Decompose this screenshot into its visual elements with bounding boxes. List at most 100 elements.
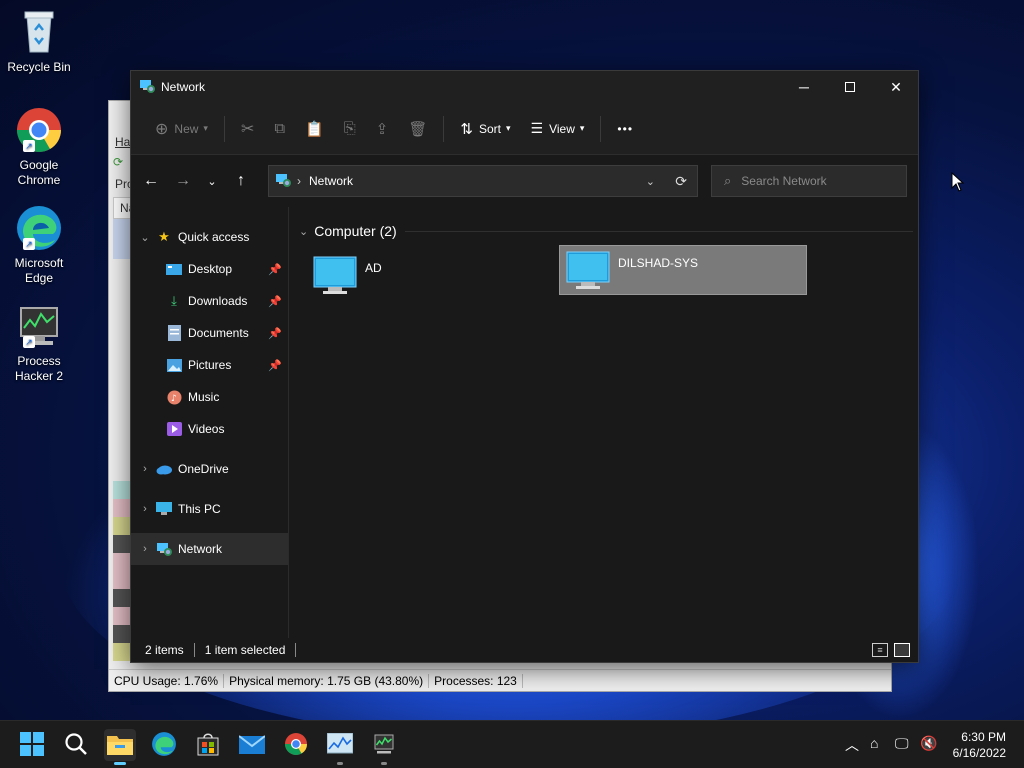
sort-button[interactable]: ⇅ Sort ▾ <box>450 113 520 145</box>
edge-icon <box>151 731 177 760</box>
nav-item-documents[interactable]: Documents 📌 <box>131 317 288 349</box>
search-input[interactable] <box>741 174 892 188</box>
usb-device-icon[interactable]: ⌂ <box>870 735 878 751</box>
nav-item-videos[interactable]: Videos <box>131 413 288 445</box>
search-button[interactable] <box>60 729 92 761</box>
taskbar-mail[interactable] <box>236 729 268 761</box>
network-status-icon[interactable]: 🖵 <box>895 735 909 752</box>
breadcrumb-network[interactable]: Network <box>309 174 353 188</box>
share-button[interactable]: ⇪ <box>366 113 399 145</box>
address-bar[interactable]: › Network ⌄ ⟳ <box>268 165 698 197</box>
share-icon: ⇪ <box>375 120 389 138</box>
ph-menu-fragment[interactable]: Ha <box>115 135 130 149</box>
nav-quick-access[interactable]: ⌄ ★ Quick access <box>131 221 288 253</box>
rename-button[interactable]: ⎘ <box>334 113 366 145</box>
taskbar-process-hacker[interactable] <box>368 729 400 765</box>
nav-network[interactable]: › Network <box>131 533 288 565</box>
desktop-icon-chrome[interactable]: ↗ Google Chrome <box>4 106 74 188</box>
start-button[interactable] <box>16 729 48 761</box>
close-button[interactable]: ✕ <box>873 71 919 103</box>
paste-icon: 📋 <box>305 120 324 138</box>
minimize-button[interactable]: ─ <box>781 71 827 103</box>
ph-status-bar: CPU Usage: 1.76% Physical memory: 1.75 G… <box>109 669 891 691</box>
details-view-icon[interactable]: ≡ <box>872 643 888 657</box>
chevron-right-icon[interactable]: › <box>134 463 156 475</box>
taskbar-edge[interactable] <box>148 729 180 761</box>
taskbar-file-explorer[interactable] <box>104 729 136 765</box>
command-bar: ⊕ New ▾ ✂ ⧉ 📋 ⎘ ⇪ 🗑 ⇅ Sort ▾ ☰ View ▾ ••… <box>131 103 918 155</box>
edge-icon: ↗ <box>15 204 63 252</box>
computer-name: AD <box>365 261 382 275</box>
up-button[interactable]: ↑ <box>225 165 257 197</box>
pin-icon[interactable]: 📌 <box>268 295 282 308</box>
view-button[interactable]: ☰ View ▾ <box>521 113 595 145</box>
back-button[interactable]: ← <box>135 165 167 197</box>
nav-item-music[interactable]: ♪ Music <box>131 381 288 413</box>
taskbar-store[interactable] <box>192 729 224 761</box>
selection-count: 1 item selected <box>204 643 286 657</box>
clock-date: 6/16/2022 <box>952 746 1006 760</box>
new-button[interactable]: ⊕ New ▾ <box>145 113 218 145</box>
taskbar: ︿ ⌂ 🖵 🔇 6:30 PM 6/16/2022 <box>0 720 1024 768</box>
network-icon <box>275 172 291 191</box>
forward-button[interactable]: → <box>167 165 199 197</box>
nav-item-pictures[interactable]: Pictures 📌 <box>131 349 288 381</box>
search-box[interactable]: ⌕ <box>711 165 907 197</box>
file-list[interactable]: ⌄ Computer (2) AD DILSHAD-SYS <box>291 207 918 638</box>
ph-physical-memory: Physical memory: 1.75 GB (43.80%) <box>224 673 430 688</box>
address-history-chevron-icon[interactable]: ⌄ <box>646 175 655 188</box>
chevron-down-icon: ▾ <box>579 123 585 133</box>
computer-name: DILSHAD-SYS <box>618 256 699 270</box>
maximize-button[interactable] <box>827 71 873 103</box>
nav-item-desktop[interactable]: Desktop 📌 <box>131 253 288 285</box>
more-options-button[interactable]: ••• <box>607 113 643 145</box>
cut-button[interactable]: ✂ <box>231 113 264 145</box>
pin-icon[interactable]: 📌 <box>268 327 282 340</box>
desktop-icon-edge[interactable]: ↗ Microsoft Edge <box>4 204 74 286</box>
resource-graph-icon <box>326 732 354 758</box>
download-arrow-icon: ⤓ <box>171 293 177 308</box>
pin-icon[interactable]: 📌 <box>268 263 282 276</box>
breadcrumb-separator-icon: › <box>297 174 301 188</box>
show-hidden-icons-chevron-icon[interactable]: ︿ <box>845 735 859 755</box>
toolbar-divider <box>600 115 602 142</box>
desktop-icon-process-hacker[interactable]: ↗ Process Hacker 2 <box>4 302 74 384</box>
view-list-icon: ☰ <box>530 120 544 136</box>
navigation-pane[interactable]: ⌄ ★ Quick access Desktop 📌 ⤓ Downloads 📌… <box>131 207 289 638</box>
explorer-window[interactable]: Network ─ ✕ ⊕ New ▾ ✂ ⧉ 📋 ⎘ ⇪ 🗑 ⇅ Sort ▾… <box>130 70 919 663</box>
mouse-cursor-icon <box>951 171 965 195</box>
recent-locations-button[interactable]: ⌄ <box>199 165 225 197</box>
nav-label: Desktop <box>188 262 233 276</box>
store-bag-icon <box>196 732 220 759</box>
process-hacker-icon: ↗ <box>15 302 63 350</box>
computer-tile-ad[interactable]: AD <box>307 251 555 301</box>
chevron-right-icon[interactable]: › <box>134 503 156 515</box>
close-icon: ✕ <box>890 78 902 95</box>
volume-muted-icon[interactable]: 🔇 <box>920 735 937 752</box>
delete-button[interactable]: 🗑 <box>398 113 437 145</box>
nav-item-downloads[interactable]: ⤓ Downloads 📌 <box>131 285 288 317</box>
nav-onedrive[interactable]: › OneDrive <box>131 453 288 485</box>
paste-button[interactable]: 📋 <box>295 113 334 145</box>
large-icons-view-icon[interactable] <box>894 643 910 657</box>
desktop-icon-recycle-bin[interactable]: Recycle Bin <box>4 8 74 75</box>
computer-tile-dilshad-sys[interactable]: DILSHAD-SYS <box>559 245 807 295</box>
nav-label: OneDrive <box>178 462 229 476</box>
nav-label: Pictures <box>188 358 232 372</box>
chevron-down-icon[interactable]: ⌄ <box>134 231 156 244</box>
group-header-computer[interactable]: ⌄ Computer (2) <box>299 223 913 239</box>
scissors-icon: ✂ <box>240 120 255 138</box>
refresh-icon[interactable]: ⟳ <box>113 155 131 169</box>
folder-icon <box>107 733 133 758</box>
nav-this-pc[interactable]: › This PC <box>131 493 288 525</box>
taskbar-chrome[interactable] <box>280 729 312 761</box>
copy-button[interactable]: ⧉ <box>264 113 295 145</box>
system-clock[interactable]: 6:30 PM 6/16/2022 <box>953 729 1006 761</box>
pin-icon[interactable]: 📌 <box>268 359 282 372</box>
refresh-icon[interactable]: ⟳ <box>675 173 687 190</box>
monitor-icon <box>156 501 172 517</box>
taskbar-performance-monitor[interactable] <box>324 729 356 765</box>
chevron-right-icon[interactable]: › <box>134 543 156 555</box>
title-bar[interactable]: Network ─ ✕ <box>131 71 918 103</box>
group-divider <box>404 230 913 232</box>
